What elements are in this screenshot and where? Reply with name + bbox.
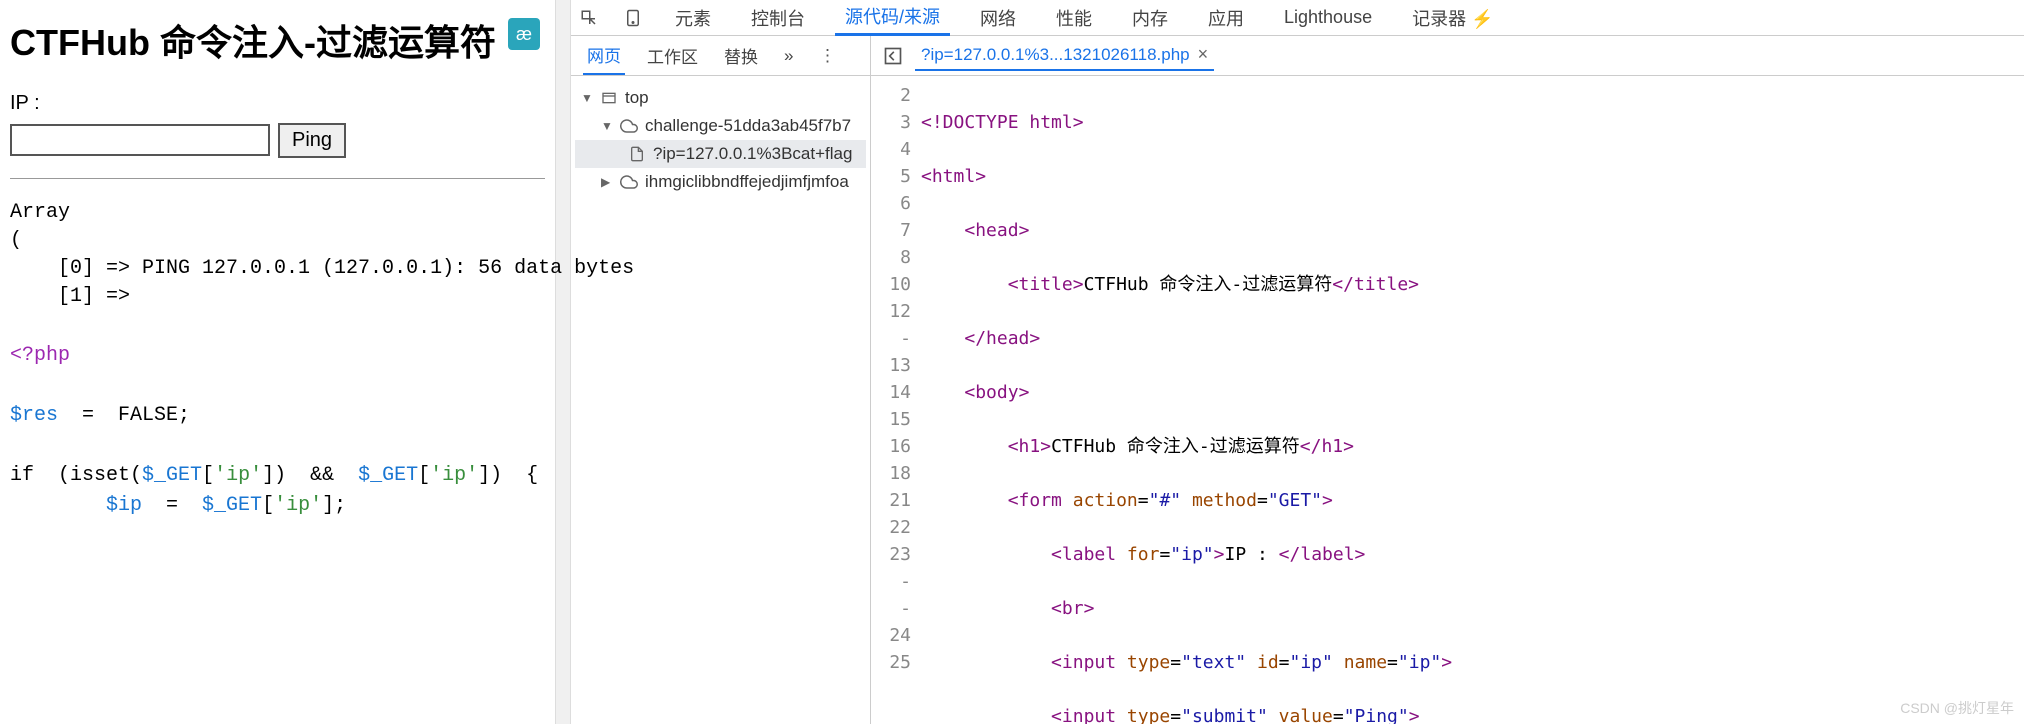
subtab-overrides[interactable]: 替换 [720, 37, 762, 74]
tab-network[interactable]: 网络 [970, 1, 1026, 35]
tree-label: ihmgiclibbndffejedjimfjmfoa [645, 172, 849, 192]
tab-elements[interactable]: 元素 [665, 1, 721, 35]
subtab-page[interactable]: 网页 [583, 36, 625, 75]
line-gutter: 23456781012-1314151618212223--2425 [871, 76, 921, 724]
tab-application[interactable]: 应用 [1198, 1, 1254, 35]
tab-console[interactable]: 控制台 [741, 1, 815, 35]
chevron-down-icon: ▼ [601, 119, 613, 133]
file-tab[interactable]: ?ip=127.0.0.1%3...1321026118.php × [915, 40, 1214, 71]
code-content: <!DOCTYPE html> <html> <head> <title>CTF… [921, 76, 2024, 724]
tree-label: top [625, 88, 649, 108]
cloud-icon [619, 116, 639, 136]
file-icon [627, 144, 647, 164]
tree-label: challenge-51dda3ab45f7b7 [645, 116, 851, 136]
chevron-right-icon: ▶ [601, 175, 613, 189]
file-tree: ▼ top ▼ challenge-51dda3ab45f7b7 ?ip=127… [571, 76, 871, 724]
chevron-down-icon: ▼ [581, 91, 593, 105]
tab-memory[interactable]: 内存 [1122, 1, 1178, 35]
cloud-icon [619, 172, 639, 192]
more-icon[interactable]: ⋮ [815, 44, 839, 68]
php-source: <?php $res = FALSE; if (isset($_GET['ip'… [10, 341, 545, 521]
ip-label: IP : [10, 92, 545, 115]
page-content: æ CTFHub 命令注入-过滤运算符 IP : Ping Array ( [0… [0, 0, 555, 724]
subtab-workspace[interactable]: 工作区 [643, 37, 702, 74]
code-editor[interactable]: 23456781012-1314151618212223--2425 <!DOC… [871, 76, 2024, 724]
tree-extension[interactable]: ▶ ihmgiclibbndffejedjimfjmfoa [575, 168, 866, 196]
ping-output: Array ( [0] => PING 127.0.0.1 (127.0.0.1… [10, 199, 545, 311]
tab-sources[interactable]: 源代码/来源 [835, 0, 950, 36]
tree-top[interactable]: ▼ top [575, 84, 866, 112]
file-tab-label: ?ip=127.0.0.1%3...1321026118.php [921, 45, 1190, 65]
page-title: CTFHub 命令注入-过滤运算符 [10, 20, 545, 67]
tree-file[interactable]: ?ip=127.0.0.1%3Bcat+flag [575, 140, 866, 168]
tree-label: ?ip=127.0.0.1%3Bcat+flag [653, 144, 852, 164]
device-icon[interactable] [621, 6, 645, 30]
devtools-tabbar: 元素 控制台 源代码/来源 网络 性能 内存 应用 Lighthouse 记录器… [571, 0, 2024, 36]
tab-performance[interactable]: 性能 [1046, 1, 1102, 35]
watermark: CSDN @挑灯星年 [1900, 698, 2014, 718]
divider [10, 178, 545, 179]
ping-button[interactable]: Ping [278, 123, 346, 158]
window-icon [599, 88, 619, 108]
devtools-subbar: 网页 工作区 替换 » ⋮ ?ip=127.0.0.1%3...13210261… [571, 36, 2024, 76]
subtab-more[interactable]: » [780, 40, 797, 72]
ip-input[interactable] [10, 124, 270, 156]
tree-domain[interactable]: ▼ challenge-51dda3ab45f7b7 [575, 112, 866, 140]
translate-badge[interactable]: æ [508, 18, 540, 50]
scrollbar[interactable] [555, 0, 571, 724]
tab-lighthouse[interactable]: Lighthouse [1274, 3, 1382, 32]
devtools-panel: 元素 控制台 源代码/来源 网络 性能 内存 应用 Lighthouse 记录器… [571, 0, 2024, 724]
toggle-nav-icon[interactable] [881, 44, 905, 68]
tab-recorder[interactable]: 记录器 ⚡ [1402, 1, 1503, 35]
close-icon[interactable]: × [1198, 44, 1209, 65]
inspect-icon[interactable] [577, 6, 601, 30]
